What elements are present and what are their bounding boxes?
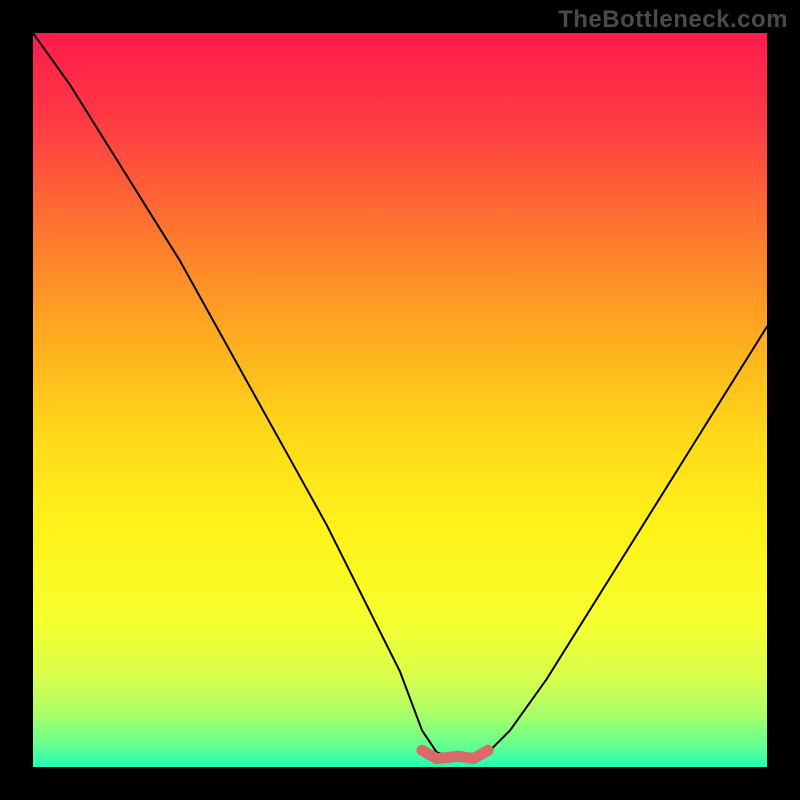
optimal-zone-marker — [422, 750, 488, 758]
watermark-text: TheBottleneck.com — [558, 6, 788, 34]
chart-frame: TheBottleneck.com — [0, 0, 800, 800]
gradient-background — [33, 33, 767, 767]
bottleneck-curve-plot — [33, 33, 767, 767]
